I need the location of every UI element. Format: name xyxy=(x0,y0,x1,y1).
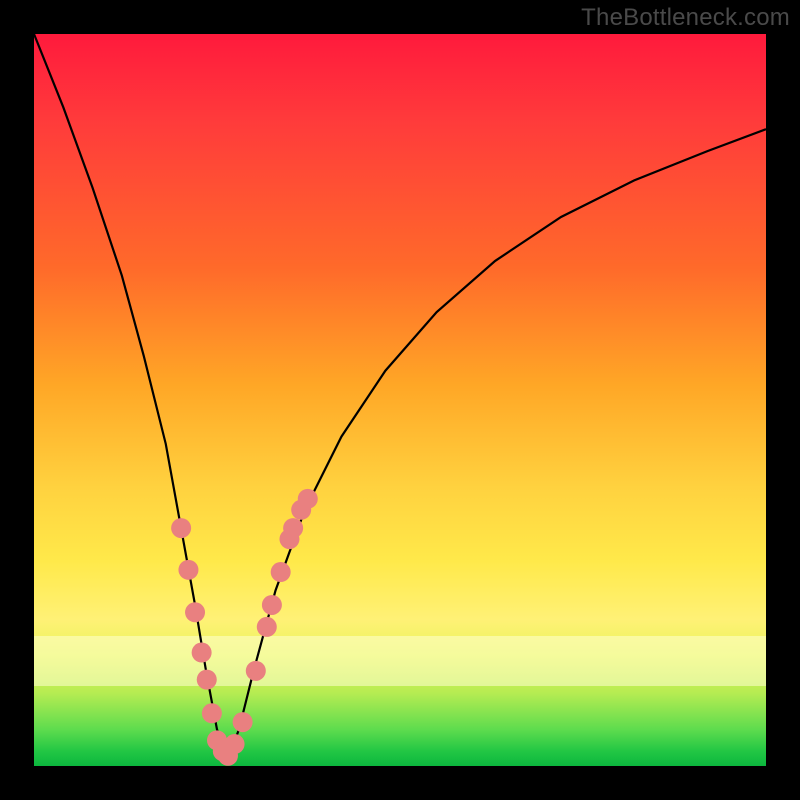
highlight-band xyxy=(34,636,766,686)
bottleneck-curve xyxy=(34,34,766,759)
data-marker xyxy=(271,562,291,582)
data-marker xyxy=(207,730,227,750)
data-marker xyxy=(291,500,311,520)
data-marker xyxy=(225,734,245,754)
data-marker xyxy=(185,602,205,622)
data-marker xyxy=(213,741,233,761)
data-marker xyxy=(283,518,303,538)
data-marker xyxy=(192,643,212,663)
data-marker xyxy=(202,703,222,723)
data-marker xyxy=(171,518,191,538)
data-marker xyxy=(279,529,299,549)
outer-frame: TheBottleneck.com xyxy=(0,0,800,800)
data-marker xyxy=(298,489,318,509)
chart-svg xyxy=(34,34,766,766)
marker-group xyxy=(171,489,318,766)
data-marker xyxy=(246,661,266,681)
plot-area xyxy=(34,34,766,766)
data-marker xyxy=(197,670,217,690)
data-marker xyxy=(178,560,198,580)
data-marker xyxy=(218,746,238,766)
watermark-text: TheBottleneck.com xyxy=(581,4,790,32)
data-marker xyxy=(257,617,277,637)
data-marker xyxy=(233,712,253,732)
data-marker xyxy=(262,595,282,615)
